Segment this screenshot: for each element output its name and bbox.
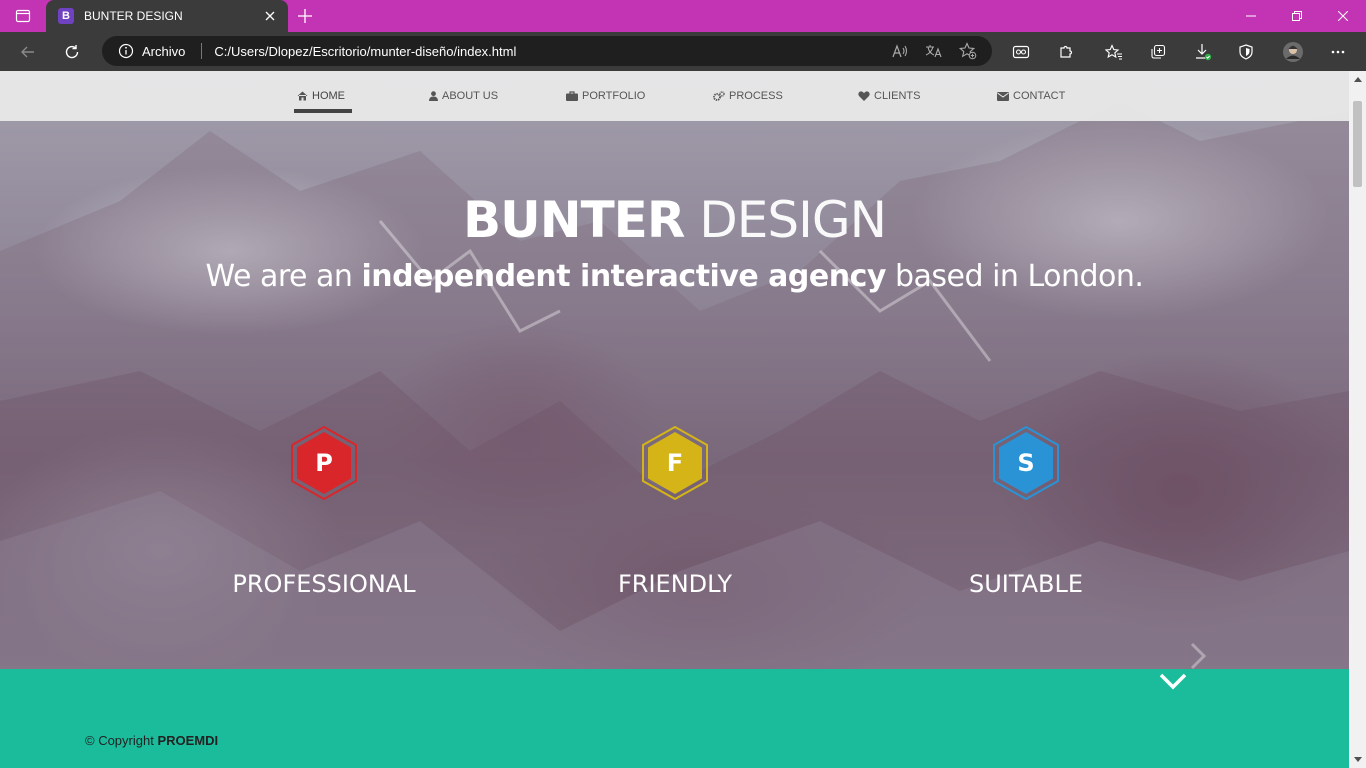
collections-button[interactable] <box>1142 36 1174 68</box>
nav-contact-label: CONTACT <box>1013 90 1066 102</box>
minimize-button[interactable] <box>1228 0 1274 32</box>
hero-subtitle-post: based in London. <box>885 259 1144 294</box>
copyright-prefix: © Copyright <box>85 733 158 748</box>
feature-friendly-letter: F <box>666 449 684 477</box>
nav-process[interactable]: PROCESS <box>713 71 783 121</box>
more-icon <box>1331 50 1345 54</box>
translate-button[interactable] <box>920 36 948 66</box>
read-aloud-icon <box>892 44 908 58</box>
feature-professional-label: PROFESSIONAL <box>232 570 416 598</box>
nav-process-label: PROCESS <box>729 90 783 102</box>
gears-icon <box>713 91 725 101</box>
refresh-button[interactable] <box>56 36 88 68</box>
hero-title: BUNTER DESIGN <box>0 191 1349 249</box>
copyright-brand: PROEMDI <box>157 733 219 748</box>
read-aloud-button[interactable] <box>886 36 914 66</box>
nav-home-label: HOME <box>312 90 345 102</box>
scroll-down-button[interactable] <box>1349 751 1366 768</box>
favorites-button[interactable] <box>1098 36 1130 68</box>
hero-subtitle: We are an independent interactive agency… <box>0 259 1349 294</box>
nav-home[interactable]: HOME <box>297 71 345 121</box>
site-navbar: HOME ABOUT US PORTFOLIO PROCESS CLIENTS … <box>0 71 1349 121</box>
tab-actions-button[interactable] <box>0 0 46 32</box>
scrollbar-thumb[interactable] <box>1353 101 1362 187</box>
restore-button[interactable] <box>1274 0 1320 32</box>
tab-close-button[interactable] <box>262 8 278 24</box>
triangle-down-icon <box>1353 757 1362 762</box>
puzzle-icon <box>1060 45 1073 58</box>
arrow-left-icon <box>21 46 34 58</box>
feature-suitable: S SUITABLE <box>876 426 1176 616</box>
nav-contact[interactable]: CONTACT <box>997 71 1065 121</box>
nav-about-us[interactable]: ABOUT US <box>429 71 498 121</box>
close-window-button[interactable] <box>1320 0 1366 32</box>
new-tab-button[interactable] <box>292 4 318 28</box>
feature-suitable-label: SUITABLE <box>968 570 1084 598</box>
hero-section: HOME ABOUT US PORTFOLIO PROCESS CLIENTS … <box>0 71 1349 671</box>
feature-suitable-letter: S <box>1017 449 1035 477</box>
nav-about-us-label: ABOUT US <box>442 90 499 102</box>
briefcase-icon <box>566 91 578 101</box>
feature-friendly-label: FRIENDLY <box>618 570 732 598</box>
shield-icon <box>1239 44 1253 60</box>
hero-subtitle-bold: independent interactive agency <box>361 259 886 294</box>
nav-clients-label: CLIENTS <box>874 90 921 102</box>
carousel-next-arrow-icon[interactable] <box>1186 641 1210 671</box>
download-icon <box>1196 44 1212 61</box>
restore-icon <box>1292 11 1302 21</box>
copyright-text: © Copyright PROEMDI <box>85 733 218 748</box>
nav-clients[interactable]: CLIENTS <box>858 71 920 121</box>
info-icon <box>118 43 134 59</box>
address-url[interactable]: C:/Users/Dlopez/Escritorio/munter-diseño… <box>214 44 992 59</box>
refresh-icon <box>65 45 79 59</box>
address-separator <box>201 43 203 59</box>
minimize-icon <box>1246 15 1256 17</box>
browser-titlebar: B BUNTER DESIGN <box>0 0 1366 32</box>
scroll-down-arrow-icon[interactable] <box>1158 671 1188 693</box>
back-button[interactable] <box>12 36 44 68</box>
plus-icon <box>298 9 312 23</box>
address-scheme-label: Archivo <box>142 43 186 59</box>
nav-portfolio[interactable]: PORTFOLIO <box>566 71 645 121</box>
home-icon <box>297 91 308 101</box>
tab-title: BUNTER DESIGN <box>84 9 183 23</box>
page-viewport: HOME ABOUT US PORTFOLIO PROCESS CLIENTS … <box>0 71 1349 768</box>
browser-tab-active[interactable]: B BUNTER DESIGN <box>46 0 288 32</box>
hero-subtitle-pre: We are an <box>205 259 362 294</box>
close-icon <box>265 11 275 21</box>
settings-more-button[interactable] <box>1322 36 1354 68</box>
tab-favicon-icon: B <box>58 8 74 24</box>
hero-title-light: DESIGN <box>699 191 887 249</box>
footer-section: © Copyright PROEMDI <box>0 669 1349 768</box>
triangle-up-icon <box>1353 77 1362 82</box>
site-info-icon[interactable] <box>118 43 134 59</box>
extensions-button[interactable] <box>1050 36 1082 68</box>
envelope-icon <box>997 91 1009 101</box>
user-icon <box>429 91 438 101</box>
translate-icon <box>925 45 942 58</box>
collections-icon <box>1151 44 1166 59</box>
avatar-icon <box>1283 42 1303 62</box>
nav-portfolio-label: PORTFOLIO <box>582 90 646 102</box>
reader-icon <box>1012 45 1030 59</box>
immersive-reader-button[interactable] <box>1005 36 1037 68</box>
hero-title-bold: BUNTER <box>463 191 685 249</box>
feature-professional: P PROFESSIONAL <box>174 426 474 616</box>
star-add-icon <box>959 42 977 60</box>
favorites-icon <box>1105 44 1122 60</box>
heart-icon <box>858 91 870 101</box>
downloads-button[interactable] <box>1187 36 1219 68</box>
scroll-up-button[interactable] <box>1349 71 1366 88</box>
profile-button[interactable] <box>1277 36 1309 68</box>
browser-essentials-button[interactable] <box>1230 36 1262 68</box>
nav-active-indicator <box>294 109 352 113</box>
feature-friendly: F FRIENDLY <box>525 426 825 616</box>
add-favorite-button[interactable] <box>954 36 982 66</box>
close-icon <box>1338 11 1348 21</box>
page-scrollbar[interactable] <box>1349 71 1366 768</box>
tab-actions-icon <box>15 9 31 23</box>
address-bar[interactable]: Archivo C:/Users/Dlopez/Escritorio/munte… <box>102 36 992 66</box>
browser-toolbar: Archivo C:/Users/Dlopez/Escritorio/munte… <box>0 32 1366 71</box>
feature-professional-letter: P <box>315 449 333 477</box>
